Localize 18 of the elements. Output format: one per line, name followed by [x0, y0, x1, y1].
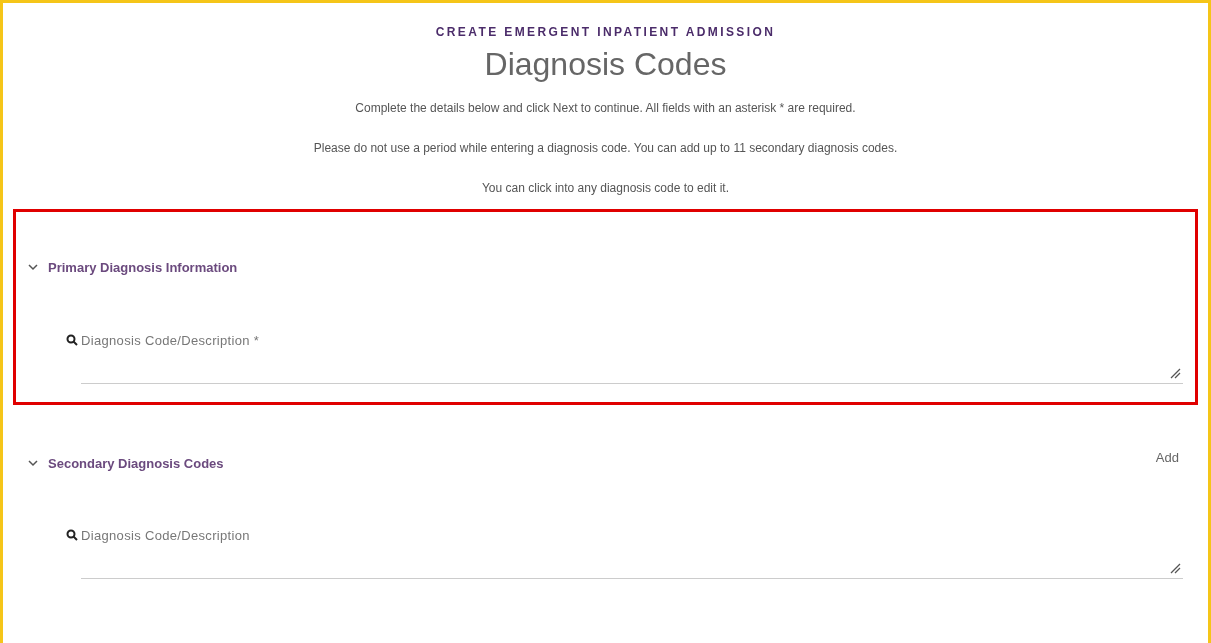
search-icon [66, 529, 78, 541]
field-label: Diagnosis Code/Description [81, 528, 250, 543]
search-icon [66, 333, 78, 346]
chevron-down-icon[interactable] [28, 264, 38, 272]
diagnosis-field[interactable]: Diagnosis Code/Description [81, 523, 1183, 579]
instruction-text: Complete the details below and click Next to continue. All fields with an asterisk * are required. [355, 100, 856, 117]
eyebrow-title: CREATE EMERGENT INPATIENT ADMISSION [435, 24, 776, 41]
add-button[interactable]: Add [1155, 447, 1179, 467]
resize-handle-icon[interactable] [1169, 562, 1181, 574]
resize-handle-icon[interactable] [1169, 366, 1181, 379]
section-title: Primary Diagnosis Information [48, 259, 238, 277]
diagnosis-field[interactable]: Diagnosis Code/Description * [81, 327, 1183, 384]
instruction-text: You can click into any diagnosis code to edit it. [481, 180, 729, 197]
page-title: Diagnosis Codes [484, 45, 727, 84]
instruction-text: Please do not use a period while entering a diagnosis code. You can add up to 11 secondary diagnosis codes. [313, 140, 898, 157]
chevron-down-icon[interactable] [28, 459, 38, 467]
field-label: Diagnosis Code/Description * [81, 332, 260, 348]
section-title: Secondary Diagnosis Codes [48, 454, 224, 473]
